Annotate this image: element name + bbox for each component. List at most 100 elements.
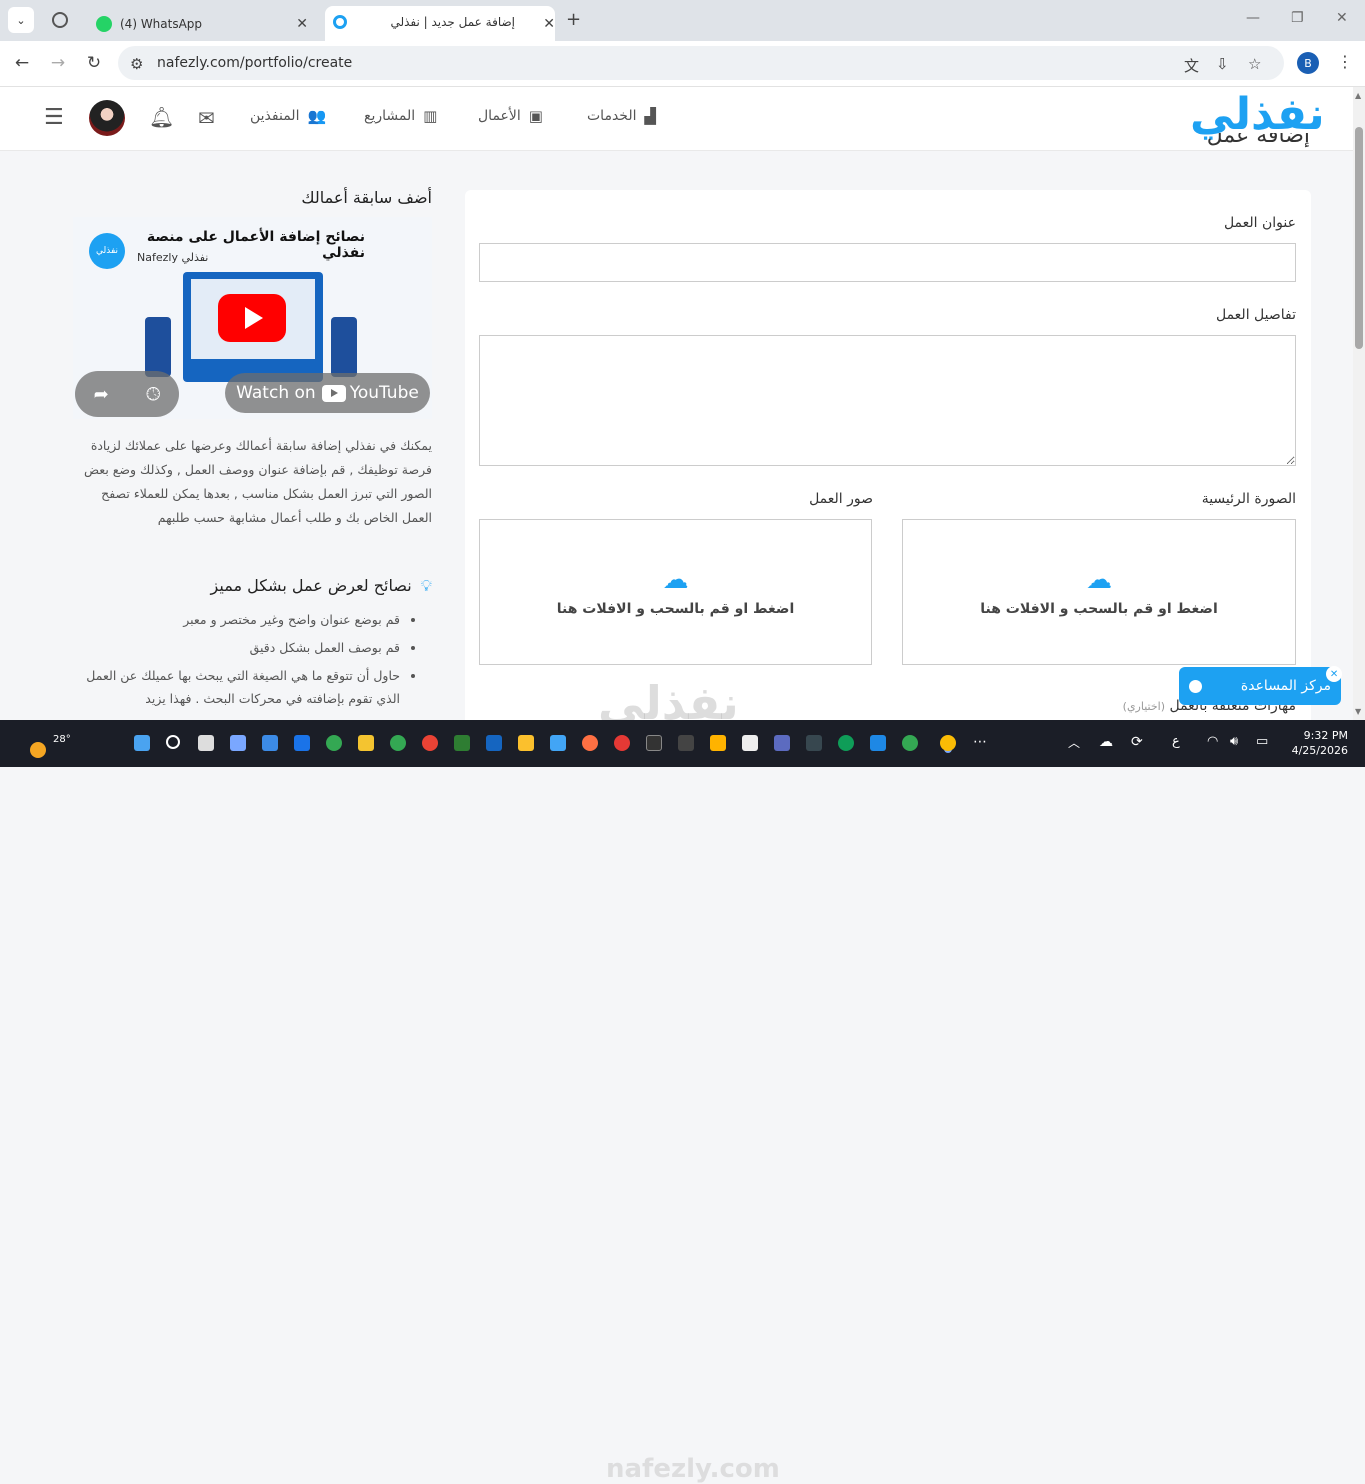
bell-icon[interactable]: 🔔︎ [149,105,174,129]
powerbi-icon[interactable] [518,735,534,751]
nav-services[interactable]: ▟ الخدمات [587,107,656,125]
chrome-active-icon[interactable] [940,735,956,751]
sun-icon [30,742,46,758]
volume-icon[interactable]: 🔊︎ [1230,734,1238,749]
help-center-button[interactable]: مركز المساعدة ✕ [1179,666,1342,705]
edge-icon[interactable] [838,735,854,751]
file-explorer-icon[interactable] [358,735,374,751]
close-tab-icon[interactable]: ✕ [296,16,308,32]
terminal-icon[interactable] [646,735,662,751]
system-clock[interactable]: 9:32 PM 4/25/2026 [1290,728,1348,758]
new-tab-button[interactable]: + [566,9,581,30]
nav-projects[interactable]: ▥ المشاريع [364,107,437,125]
scroll-up-icon[interactable]: ▲ [1355,91,1361,100]
status-dot [1189,679,1202,693]
vscode-icon[interactable] [870,735,886,751]
app-icon[interactable] [710,735,726,751]
watch-later-icon[interactable]: 🕓︎ [146,384,160,405]
help-label: مركز المساعدة [1240,678,1331,694]
profile-avatar[interactable]: B [1297,52,1319,74]
tab-title: (4) WhatsApp [120,16,203,31]
page-title: إضافة عمل [1150,133,1310,151]
browser-menu-icon[interactable]: ⋮ [1337,52,1353,71]
youtube-text: YouTube [349,383,419,403]
watch-on-youtube-button[interactable]: Watch on YouTube [225,373,430,413]
tab-nafezly[interactable]: إضافة عمل جديد | نفذلي ✕ [325,6,555,41]
nav-label: المنفذين [250,108,300,124]
outlook-icon[interactable] [486,735,502,751]
firefox-icon[interactable] [582,735,598,751]
close-window-icon[interactable]: ✕ [1336,10,1348,26]
battery-icon[interactable]: ▭ [1256,734,1268,749]
bookmark-star-icon[interactable]: ☆ [1248,55,1261,73]
nav-works[interactable]: ▣ الأعمال [478,107,543,125]
share-icon[interactable]: ➦ [94,384,109,405]
hamburger-menu-icon[interactable]: ☰ [44,105,64,130]
chrome-icon[interactable] [902,735,918,751]
tray-overflow-icon[interactable]: ︿ [1068,734,1080,751]
work-images-dropzone[interactable]: ☁ اضغط او قم بالسحب و الافلات هنا [479,519,872,665]
copilot-icon[interactable] [230,735,246,751]
main-image-dropzone[interactable]: ☁ اضغط او قم بالسحب و الافلات هنا [902,519,1296,665]
translate-icon[interactable]: ⽂ [1184,55,1199,76]
sidebar-title: أضف سابقة أعمالك [301,188,432,207]
install-app-icon[interactable]: ⇩ [1216,55,1229,73]
work-title-input[interactable] [479,243,1296,282]
more-apps-icon[interactable]: ⋯ [973,734,987,750]
youtube-logo-icon [321,384,346,402]
app-icon[interactable] [614,735,630,751]
notion-icon[interactable] [742,735,758,751]
users-icon: 👥 [307,107,327,125]
nav-freelancers[interactable]: 👥 المنفذين [250,107,326,125]
wifi-icon[interactable]: ◠ [1207,734,1218,749]
whatsapp-icon [96,15,112,32]
youtube-embed[interactable]: نفذلي نصائح إضافة الأعمال على منصة نفذلي… [73,217,432,419]
tips-list: قم بوضع عنوان واضح وغير مختصر و معبر قم … [73,608,416,715]
search-icon[interactable] [166,735,180,749]
main-image-label: الصورة الرئيسية [1201,491,1296,507]
scrollbar-thumb[interactable] [1355,127,1363,349]
page-scrollbar[interactable]: ▲ ▼ [1353,87,1365,720]
user-avatar[interactable] [89,100,125,136]
sync-icon[interactable]: ⟳ [1131,734,1143,750]
envelope-icon[interactable]: ✉ [198,106,215,130]
task-view-icon[interactable] [198,735,214,751]
address-bar[interactable]: ⚙ nafezly.com/portfolio/create ⽂ ⇩ ☆ [118,46,1284,80]
teams-icon[interactable] [774,735,790,751]
scroll-down-icon[interactable]: ▼ [1355,707,1361,716]
store-icon[interactable] [262,735,278,751]
tab-whatsapp[interactable]: (4) WhatsApp ✕ [86,6,320,41]
maximize-icon[interactable]: ❐ [1291,10,1304,26]
temperature: 28° [53,734,71,745]
dropzone-text: اضغط او قم بالسحب و الافلات هنا [980,601,1218,617]
work-details-textarea[interactable] [479,335,1296,466]
close-icon[interactable]: ✕ [1326,666,1342,682]
nav-label: المشاريع [364,108,416,124]
app-icon[interactable] [678,735,694,751]
tab-title: إضافة عمل جديد | نفذلي [390,15,515,29]
play-button[interactable] [218,294,286,342]
close-tab-icon[interactable]: ✕ [533,16,555,32]
minimize-icon[interactable]: — [1246,10,1260,26]
outlook-icon[interactable] [294,735,310,751]
plant-illustration [331,317,357,377]
watermark-domain: nafezly.com [606,1454,780,1484]
chrome-icon[interactable] [390,735,406,751]
chrome-icon[interactable] [422,735,438,751]
plant-illustration [145,317,171,377]
app-icon[interactable] [550,735,566,751]
start-icon[interactable] [134,735,150,751]
globe-icon[interactable] [52,12,68,28]
chrome-icon[interactable] [326,735,342,751]
weather-widget[interactable]: 28° [22,728,71,758]
back-icon[interactable]: ← [11,53,33,73]
app-icon[interactable] [454,735,470,751]
site-info-icon[interactable]: ⚙ [130,55,143,73]
forward-icon[interactable]: → [47,53,69,73]
tab-search-button[interactable]: ⌄ [8,7,34,33]
onedrive-icon[interactable]: ☁ [1099,734,1113,750]
input-language[interactable]: ع [1172,734,1180,749]
reload-icon[interactable]: ↻ [83,53,105,73]
channel-logo[interactable]: نفذلي [89,233,125,269]
terminal-icon[interactable] [806,735,822,751]
